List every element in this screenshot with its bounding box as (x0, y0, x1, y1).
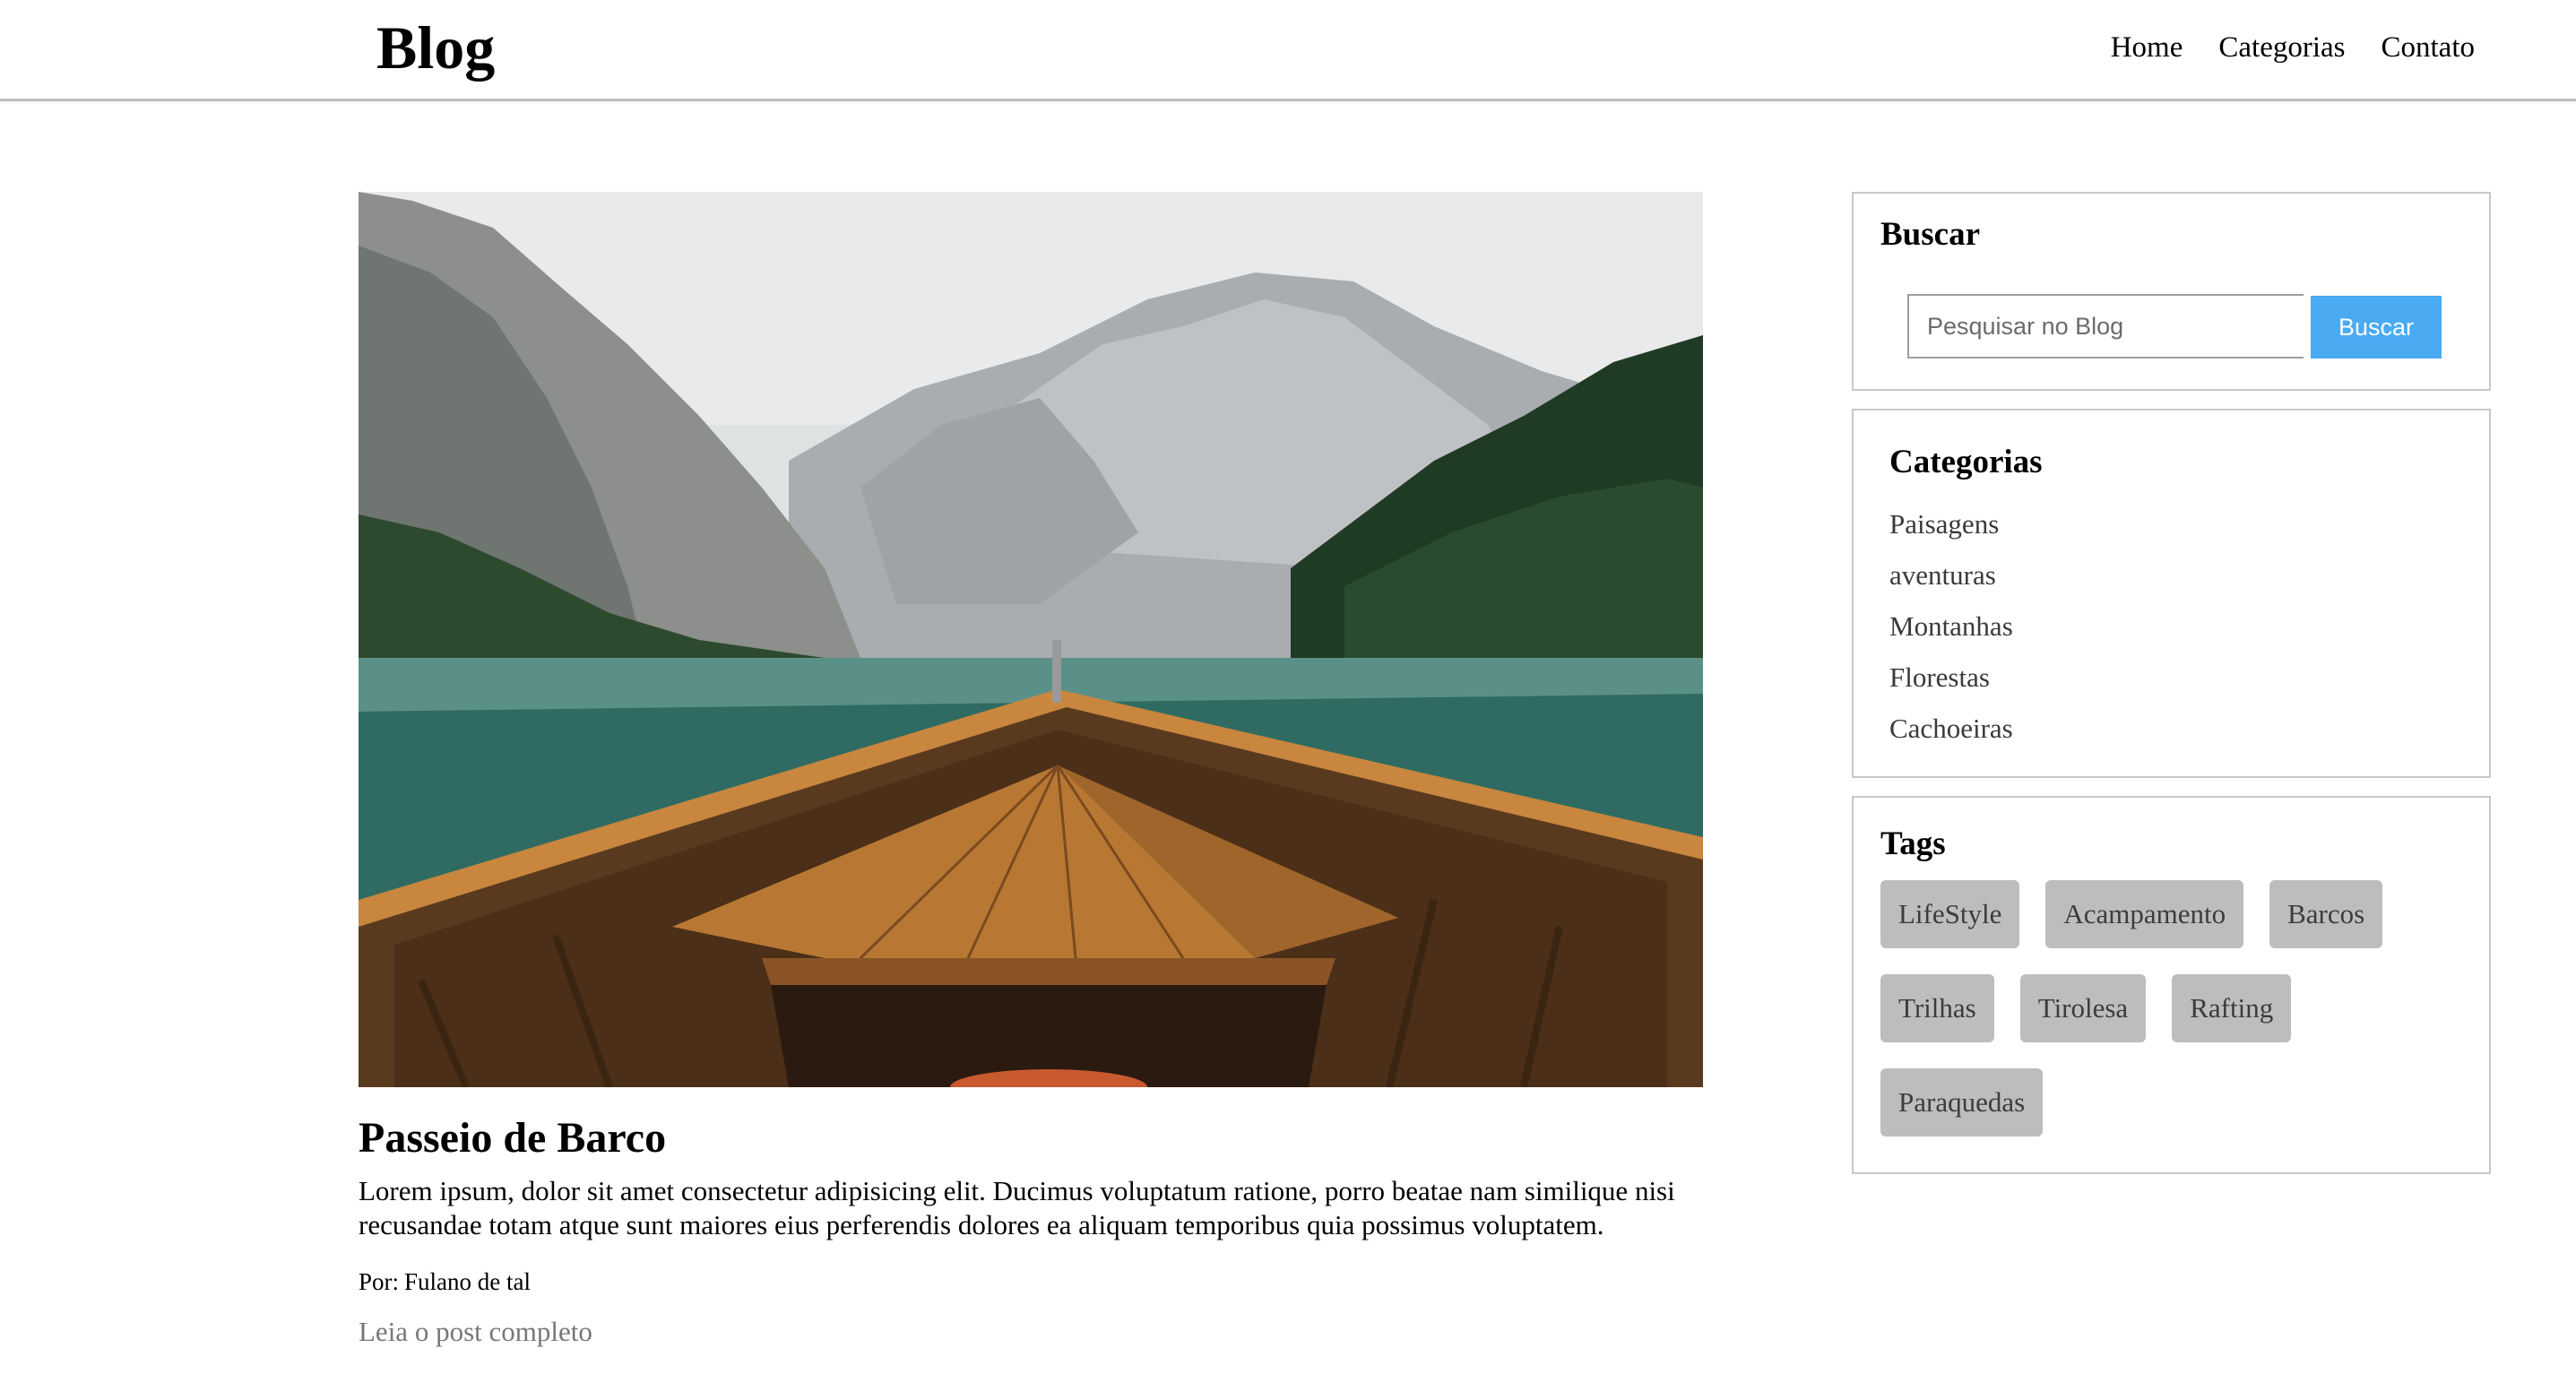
tag-paraquedas[interactable]: Paraquedas (1880, 1068, 2044, 1136)
tags-widget-title: Tags (1880, 825, 1946, 862)
main-nav: Home Categorias Contato (2111, 25, 2475, 70)
site-logo[interactable]: Blog (376, 9, 495, 86)
tag-list: LifeStyle Acampamento Barcos Trilhas Tir… (1880, 880, 2454, 1136)
post-title[interactable]: Passeio de Barco (359, 1110, 666, 1167)
category-item-montanhas[interactable]: Montanhas (1889, 601, 2013, 652)
tag-tirolesa[interactable]: Tirolesa (2019, 974, 2147, 1042)
category-item-paisagens[interactable]: Paisagens (1889, 498, 2013, 549)
site-header: Blog Home Categorias Contato (0, 0, 2576, 101)
categories-widget-title: Categorias (1889, 444, 2043, 480)
nav-home-link[interactable]: Home (2111, 25, 2183, 70)
category-item-cachoeiras[interactable]: Cachoeiras (1889, 703, 2013, 754)
post-author: Por: Fulano de tal (359, 1264, 531, 1300)
tag-acampamento[interactable]: Acampamento (2045, 880, 2244, 948)
search-widget: Buscar Buscar (1852, 192, 2491, 391)
category-list: Paisagens aventuras Montanhas Florestas … (1889, 498, 2013, 754)
tag-rafting[interactable]: Rafting (2172, 974, 2292, 1042)
category-item-aventuras[interactable]: aventuras (1889, 549, 2013, 601)
tag-lifestyle[interactable]: LifeStyle (1880, 880, 2020, 948)
tags-widget: Tags LifeStyle Acampamento Barcos Trilha… (1852, 796, 2491, 1174)
categories-widget: Categorias Paisagens aventuras Montanhas… (1852, 409, 2491, 778)
search-widget-title: Buscar (1880, 216, 1980, 253)
read-more-link[interactable]: Leia o post completo (359, 1312, 592, 1352)
tag-barcos[interactable]: Barcos (2269, 880, 2383, 948)
boat-lake-illustration (359, 192, 1703, 1087)
post-author-label: Por: (359, 1268, 400, 1295)
nav-contato-link[interactable]: Contato (2382, 25, 2476, 70)
category-item-florestas[interactable]: Florestas (1889, 652, 2013, 703)
tag-trilhas[interactable]: Trilhas (1880, 974, 1994, 1042)
search-button[interactable]: Buscar (2311, 296, 2442, 359)
search-input[interactable] (1907, 294, 2304, 359)
post-excerpt: Lorem ipsum, dolor sit amet consectetur … (359, 1175, 1675, 1240)
post-author-name: Fulano de tal (404, 1268, 531, 1295)
nav-categorias-link[interactable]: Categorias (2218, 25, 2345, 70)
post-image[interactable] (359, 192, 1703, 1087)
